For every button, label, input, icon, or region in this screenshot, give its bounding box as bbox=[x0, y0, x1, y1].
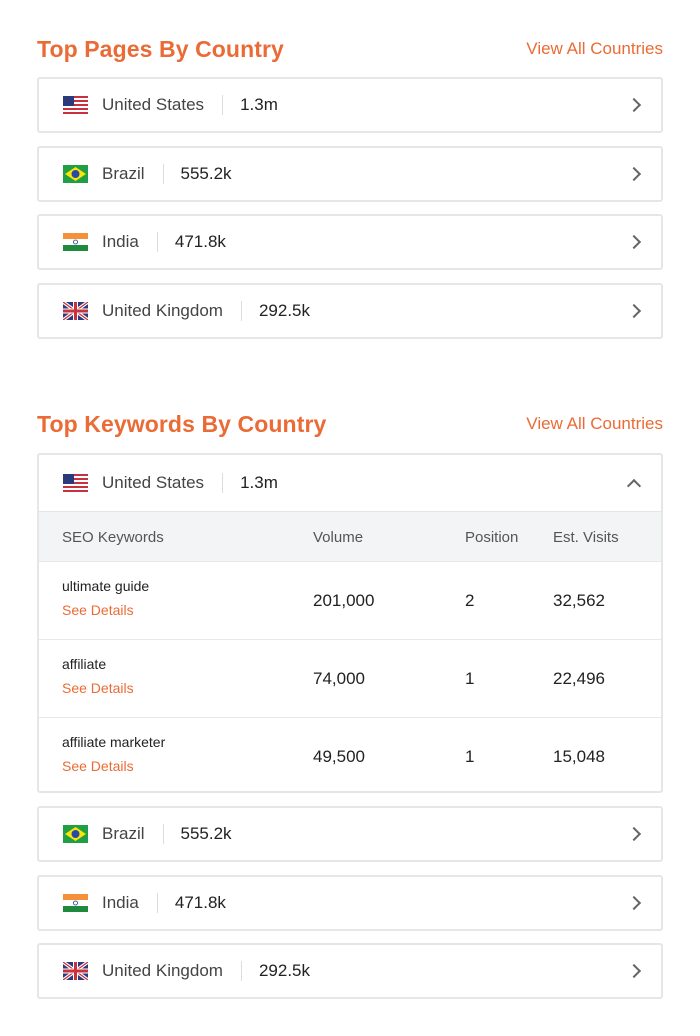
country-value: 471.8k bbox=[174, 232, 226, 251]
country-name: India bbox=[102, 893, 139, 912]
top-keywords-header: Top Keywords By Country View All Countri… bbox=[37, 409, 663, 439]
top-keywords-view-all-link[interactable]: View All Countries bbox=[526, 414, 663, 434]
keywords-row-india[interactable]: India 471.8k bbox=[37, 875, 663, 931]
country-value: 1.3m bbox=[240, 473, 278, 492]
country-name: India bbox=[102, 232, 139, 251]
brazil-flag-icon bbox=[63, 165, 88, 183]
divider bbox=[162, 824, 164, 844]
divider bbox=[222, 95, 224, 115]
india-flag-icon bbox=[63, 233, 88, 251]
chevron-right-icon bbox=[626, 963, 642, 979]
country-name: Brazil bbox=[102, 824, 145, 843]
country-value: 292.5k bbox=[258, 961, 311, 980]
divider bbox=[240, 961, 242, 981]
keywords-panel-united-states: United States 1.3m SEO Keywords Volume P… bbox=[37, 453, 663, 793]
india-flag-icon bbox=[63, 894, 88, 912]
uk-flag-icon bbox=[63, 302, 88, 320]
brazil-flag-icon bbox=[63, 825, 88, 843]
country-value: 471.8k bbox=[174, 893, 226, 912]
table-row: ultimate guide See Details 201,000 2 32,… bbox=[39, 561, 661, 639]
us-flag-icon bbox=[63, 474, 88, 492]
country-name: United Kingdom bbox=[102, 301, 223, 320]
country-name: United Kingdom bbox=[102, 961, 223, 980]
top-pages-row-united-states[interactable]: United States 1.3m bbox=[37, 77, 663, 133]
divider bbox=[240, 301, 242, 321]
visits-value: 32,562 bbox=[553, 591, 605, 610]
position-value: 2 bbox=[465, 591, 475, 610]
chevron-right-icon bbox=[626, 234, 642, 250]
divider bbox=[162, 164, 164, 184]
top-pages-title: Top Pages By Country bbox=[37, 35, 284, 62]
divider bbox=[222, 473, 224, 493]
uk-flag-icon bbox=[63, 962, 88, 980]
volume-value: 201,000 bbox=[313, 591, 375, 610]
see-details-link[interactable]: See Details bbox=[62, 680, 134, 696]
keywords-row-brazil[interactable]: Brazil 555.2k bbox=[37, 806, 663, 862]
keyword-text: ultimate guide bbox=[62, 578, 150, 594]
top-keywords-title: Top Keywords By Country bbox=[37, 410, 327, 437]
volume-value: 49,500 bbox=[313, 747, 365, 766]
country-name: Brazil bbox=[102, 164, 145, 183]
position-value: 1 bbox=[465, 747, 475, 766]
country-value: 1.3m bbox=[240, 95, 278, 114]
visits-value: 22,496 bbox=[553, 669, 605, 688]
divider bbox=[156, 893, 158, 913]
position-value: 1 bbox=[465, 669, 475, 688]
keyword-text: affiliate marketer bbox=[62, 734, 166, 750]
divider bbox=[156, 232, 158, 252]
keywords-row-united-states[interactable]: United States 1.3m bbox=[39, 455, 661, 511]
us-flag-icon bbox=[63, 96, 88, 114]
chevron-right-icon bbox=[626, 895, 642, 911]
top-pages-row-brazil[interactable]: Brazil 555.2k bbox=[37, 146, 663, 202]
chevron-up-icon[interactable] bbox=[626, 478, 642, 494]
country-value: 555.2k bbox=[180, 164, 232, 183]
top-pages-row-india[interactable]: India 471.8k bbox=[37, 214, 663, 270]
volume-value: 74,000 bbox=[313, 669, 365, 688]
country-name: United States bbox=[102, 95, 205, 114]
visits-value: 15,048 bbox=[553, 747, 605, 766]
chevron-right-icon bbox=[626, 97, 642, 113]
top-pages-header: Top Pages By Country View All Countries bbox=[37, 34, 663, 64]
column-header-volume: Volume bbox=[313, 529, 364, 546]
table-row: affiliate marketer See Details 49,500 1 … bbox=[39, 717, 661, 795]
chevron-right-icon bbox=[626, 166, 642, 182]
country-value: 555.2k bbox=[180, 824, 232, 843]
keywords-row-united-kingdom[interactable]: United Kingdom 292.5k bbox=[37, 943, 663, 999]
column-header-est-visits: Est. Visits bbox=[553, 529, 619, 546]
top-pages-row-united-kingdom[interactable]: United Kingdom 292.5k bbox=[37, 283, 663, 339]
chevron-right-icon bbox=[626, 303, 642, 319]
table-row: affiliate See Details 74,000 1 22,496 bbox=[39, 639, 661, 717]
keyword-text: affiliate bbox=[62, 656, 107, 672]
chevron-right-icon bbox=[626, 826, 642, 842]
country-value: 292.5k bbox=[258, 301, 311, 320]
see-details-link[interactable]: See Details bbox=[62, 758, 134, 774]
top-pages-view-all-link[interactable]: View All Countries bbox=[526, 39, 663, 59]
table-header: SEO Keywords Volume Position Est. Visits bbox=[39, 511, 661, 561]
see-details-link[interactable]: See Details bbox=[62, 602, 134, 618]
column-header-keywords: SEO Keywords bbox=[62, 529, 164, 546]
column-header-position: Position bbox=[465, 529, 519, 546]
keywords-table: SEO Keywords Volume Position Est. Visits… bbox=[39, 511, 661, 795]
country-name: United States bbox=[102, 473, 205, 492]
